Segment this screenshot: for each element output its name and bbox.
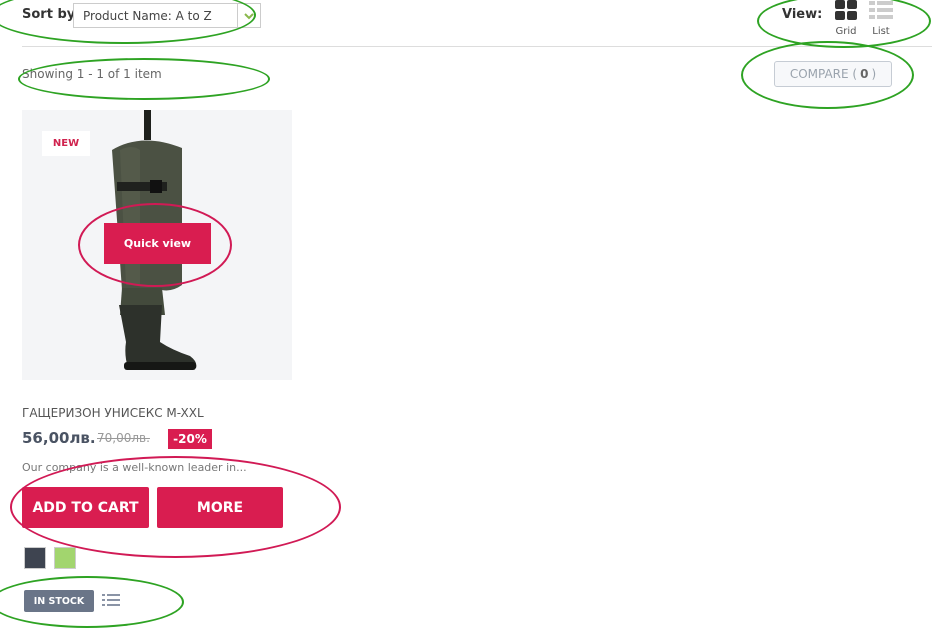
quick-view-button[interactable]: Quick view bbox=[104, 223, 211, 264]
compare-button[interactable]: COMPARE ( 0 ) bbox=[774, 61, 892, 87]
add-to-cart-button[interactable]: ADD TO CART bbox=[22, 487, 149, 528]
grid-icon bbox=[835, 0, 857, 20]
compare-count: 0 bbox=[860, 67, 869, 81]
compare-close-paren: ) bbox=[871, 67, 877, 81]
list-view-label: List bbox=[872, 26, 890, 37]
chevron-down-icon[interactable] bbox=[237, 4, 260, 27]
new-badge: NEW bbox=[42, 131, 90, 156]
discount-badge: -20% bbox=[168, 429, 212, 449]
divider bbox=[22, 46, 932, 47]
color-swatch-dark[interactable] bbox=[24, 547, 46, 569]
sort-select[interactable]: Product Name: A to Z bbox=[73, 3, 261, 28]
sort-select-value: Product Name: A to Z bbox=[83, 9, 212, 23]
list-icon bbox=[869, 1, 893, 19]
list-view-button[interactable]: List bbox=[867, 0, 895, 37]
color-swatch-green[interactable] bbox=[54, 547, 76, 569]
grid-view-label: Grid bbox=[835, 26, 857, 37]
more-button[interactable]: MORE bbox=[157, 487, 283, 528]
result-count: Showing 1 - 1 of 1 item bbox=[22, 67, 162, 81]
details-list-icon[interactable] bbox=[102, 591, 120, 610]
sort-label: Sort by bbox=[22, 7, 76, 22]
stock-badge: IN STOCK bbox=[24, 590, 94, 612]
compare-label: COMPARE ( bbox=[789, 67, 858, 81]
product-old-price: 70,00лв. bbox=[97, 431, 150, 445]
grid-view-button[interactable]: Grid bbox=[833, 0, 859, 37]
product-price: 56,00лв. bbox=[22, 429, 96, 447]
product-name-link[interactable]: ГАЩЕРИЗОН УНИСЕКС M-XXL bbox=[22, 406, 204, 420]
view-label: View: bbox=[782, 7, 823, 22]
product-description: Our company is a well-known leader in... bbox=[22, 461, 247, 474]
